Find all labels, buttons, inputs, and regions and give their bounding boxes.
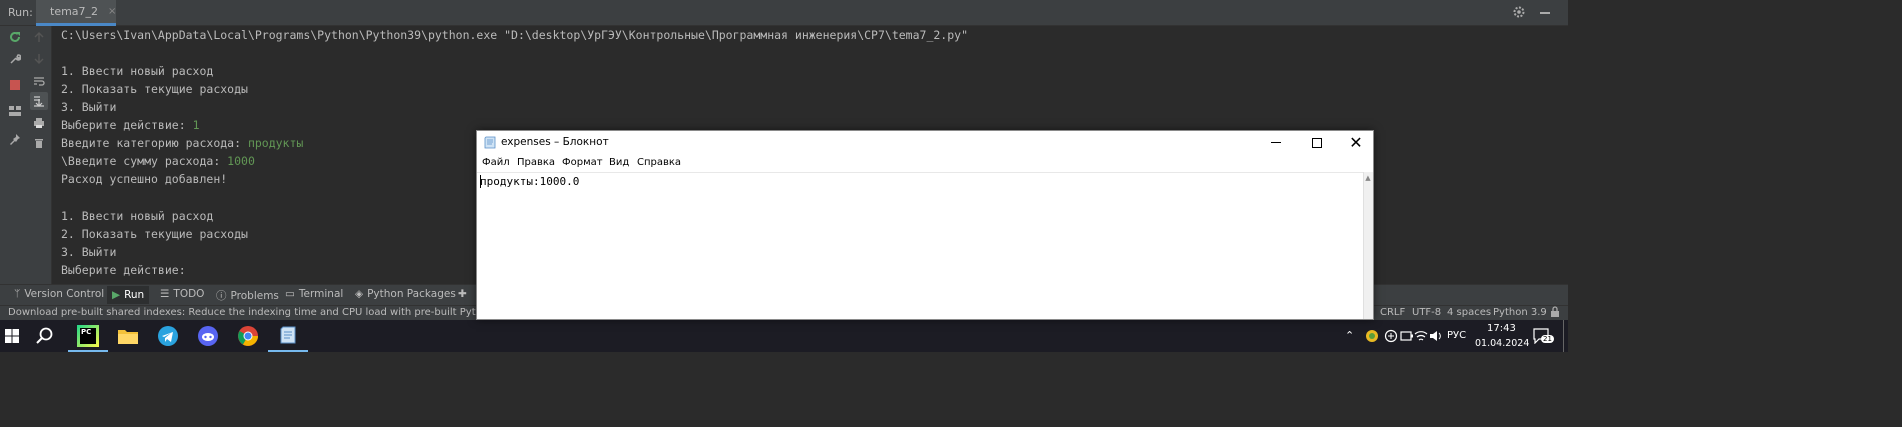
- soft-wrap-icon[interactable]: [30, 72, 48, 90]
- clock-time[interactable]: 17:43: [1487, 323, 1516, 334]
- windows-taskbar: PC ⌃ РУС 17:43 01.04.2024 21: [0, 320, 1568, 352]
- rerun-icon[interactable]: [6, 28, 24, 46]
- terminal-icon: ▭: [285, 288, 295, 300]
- chrome-icon[interactable]: [236, 324, 260, 348]
- text-caret: [480, 175, 481, 188]
- menu-view[interactable]: Вид: [609, 157, 629, 168]
- console-line: Выберите действие: 1: [61, 118, 200, 132]
- clock-date[interactable]: 01.04.2024: [1475, 338, 1529, 349]
- wrench-icon[interactable]: [6, 50, 24, 68]
- close-icon[interactable]: ×: [108, 6, 116, 17]
- user-input: 1: [192, 118, 200, 132]
- indent-setting[interactable]: 4 spaces: [1447, 307, 1491, 318]
- tab-run[interactable]: ▶ Run: [107, 286, 150, 304]
- file-encoding[interactable]: UTF-8: [1412, 307, 1441, 318]
- notification-count: 21: [1541, 335, 1554, 343]
- layout-icon[interactable]: [6, 102, 24, 120]
- volume-icon[interactable]: [1429, 329, 1443, 343]
- cloud-icon[interactable]: [1384, 329, 1398, 343]
- pycharm-icon[interactable]: PC: [68, 324, 108, 352]
- trash-icon[interactable]: [30, 134, 48, 152]
- console-line: 2. Показать текущие расходы: [61, 227, 248, 241]
- user-input: 1000: [227, 154, 255, 168]
- menu-file[interactable]: Файл: [482, 157, 510, 168]
- wifi-icon[interactable]: [1414, 329, 1428, 343]
- pin-icon[interactable]: [6, 130, 24, 148]
- minimize-button[interactable]: [1271, 142, 1281, 143]
- run-header: Run: tema7_2 ×: [0, 0, 1568, 26]
- notepad-window: expenses – Блокнот ✕ Файл Правка Формат …: [476, 130, 1374, 320]
- console-line: 1. Ввести новый расход: [61, 209, 214, 223]
- notepad-title: expenses – Блокнот: [501, 136, 609, 148]
- list-icon: ☰: [160, 288, 170, 300]
- run-toolbar: [0, 26, 52, 284]
- line-separator[interactable]: CRLF: [1380, 307, 1405, 318]
- gear-icon[interactable]: [1512, 5, 1526, 19]
- info-icon: ⓘ: [216, 290, 227, 302]
- menu-edit[interactable]: Правка: [517, 157, 555, 168]
- maximize-button[interactable]: [1312, 138, 1322, 148]
- console-line: 1. Ввести новый расход: [61, 64, 214, 78]
- menu-format[interactable]: Формат: [562, 157, 603, 168]
- minimize-icon[interactable]: [1540, 12, 1550, 14]
- arrow-down-icon[interactable]: [30, 50, 48, 68]
- user-input: продукты: [247, 136, 304, 150]
- tab-python-packages[interactable]: ◈ Python Packages: [355, 288, 456, 300]
- branch-icon: ᛘ: [14, 288, 21, 300]
- notepad-text-area[interactable]: продукты:1000.0: [477, 172, 1363, 319]
- notepad-title-bar[interactable]: expenses – Блокнот ✕: [477, 131, 1373, 155]
- notepad-menu-bar: Файл Правка Формат Вид Справка: [477, 155, 1373, 172]
- show-desktop-button[interactable]: [1563, 320, 1564, 352]
- search-icon[interactable]: [33, 324, 57, 348]
- telegram-icon[interactable]: [156, 324, 180, 348]
- console-line: 3. Выйти: [61, 245, 117, 259]
- menu-help[interactable]: Справка: [637, 157, 681, 168]
- file-explorer-icon[interactable]: [116, 324, 140, 348]
- tab-todo[interactable]: ☰ TODO: [160, 288, 204, 300]
- console-line: \Введите сумму расхода: 1000: [61, 154, 255, 168]
- run-tab-tema7-2[interactable]: tema7_2 ×: [36, 0, 116, 26]
- layers-icon: ◈: [355, 288, 364, 300]
- notepad-icon[interactable]: [268, 324, 308, 352]
- stop-icon[interactable]: [6, 76, 24, 94]
- run-label: Run:: [8, 6, 33, 19]
- console-line: 2. Показать текущие расходы: [61, 82, 248, 96]
- chevron-up-icon[interactable]: ⌃: [1345, 329, 1354, 342]
- print-icon[interactable]: [30, 114, 48, 132]
- notification-icon[interactable]: 21: [1533, 328, 1554, 346]
- plugin-icon: ✚: [458, 288, 467, 300]
- tab-problems[interactable]: ⓘ Problems: [216, 288, 279, 303]
- console-line: C:\Users\Ivan\AppData\Local\Programs\Pyt…: [61, 28, 968, 42]
- tab-overflow[interactable]: ✚: [458, 288, 467, 300]
- arrow-up-icon[interactable]: [30, 28, 48, 46]
- lock-icon[interactable]: [1550, 306, 1560, 321]
- app-tray-icon[interactable]: [1365, 329, 1379, 343]
- console-line: Введите категорию расхода: продукты: [61, 136, 304, 150]
- console-line: Расход успешно добавлен!: [61, 172, 228, 186]
- battery-icon[interactable]: [1400, 329, 1414, 343]
- input-language[interactable]: РУС: [1447, 330, 1466, 341]
- status-message[interactable]: Download pre-built shared indexes: Reduc…: [8, 307, 476, 318]
- scroll-to-end-icon[interactable]: [30, 92, 48, 110]
- notepad-icon: [484, 136, 496, 149]
- python-interpreter[interactable]: Python 3.9: [1493, 307, 1547, 318]
- windows-start-icon[interactable]: [0, 324, 24, 348]
- run-tab-label: tema7_2: [50, 5, 99, 18]
- tab-version-control[interactable]: ᛘ Version Control: [14, 288, 104, 300]
- vertical-scrollbar[interactable]: [1363, 172, 1373, 319]
- scroll-up-icon[interactable]: ▲: [1363, 174, 1373, 182]
- console-line: 3. Выйти: [61, 100, 117, 114]
- tab-terminal[interactable]: ▭ Terminal: [285, 288, 343, 300]
- discord-icon[interactable]: [196, 324, 220, 348]
- close-button[interactable]: ✕: [1347, 133, 1365, 153]
- run-icon: ▶: [112, 289, 121, 301]
- file-content: продукты:1000.0: [480, 175, 580, 188]
- console-line: Выберите действие:: [61, 263, 186, 277]
